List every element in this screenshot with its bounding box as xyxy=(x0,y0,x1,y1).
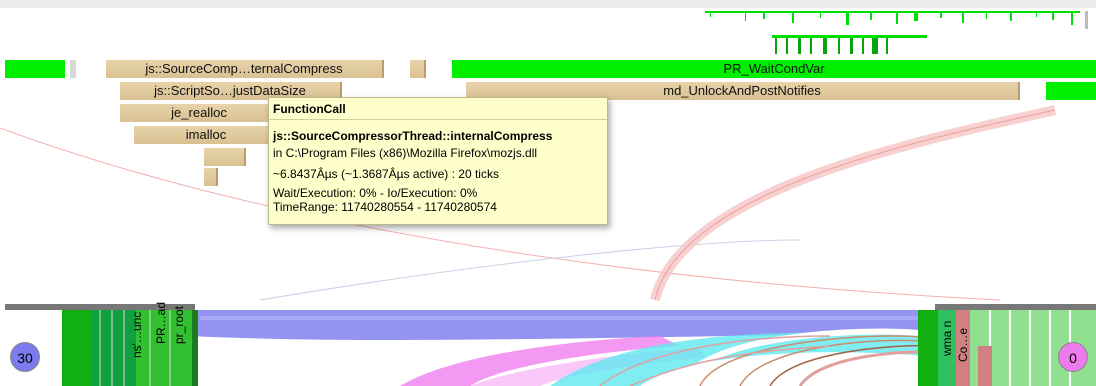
flame-bar-deep1[interactable] xyxy=(204,148,246,166)
profiler-view: js::SourceComp…ternalCompress PR_WaitCon… xyxy=(0,0,1096,386)
flame-bar-small[interactable] xyxy=(410,60,426,78)
tooltip-wait: Wait/Execution: 0% - Io/Execution: 0% xyxy=(273,186,478,200)
ring-label-co-e: Co…e xyxy=(956,327,970,362)
tooltip-title: FunctionCall xyxy=(269,98,607,120)
flame-bar-green-right[interactable] xyxy=(1046,82,1096,100)
left-count-badge[interactable]: 30 xyxy=(10,342,40,372)
tooltip-function: js::SourceCompressorThread::internalComp… xyxy=(273,129,553,143)
flame-bar-green[interactable] xyxy=(5,60,65,78)
ring-label-pr-ad: PR…ad xyxy=(154,301,168,344)
tooltip-module: in C:\Program Files (x86)\Mozilla Firefo… xyxy=(273,146,538,160)
flame-bar-sourcecompressor[interactable]: js::SourceComp…ternalCompress xyxy=(106,60,384,78)
function-tooltip: FunctionCall js::SourceCompressorThread:… xyxy=(268,97,608,225)
ring-label-pr-root: pr_root xyxy=(172,305,186,344)
tooltip-timing: ~6.8437Âµs (~1.3687Âµs active) : 20 tick… xyxy=(273,167,499,181)
flame-bar-deep2[interactable] xyxy=(204,168,218,186)
ring-label-wma: wma n xyxy=(940,320,954,356)
tooltip-range: TimeRange: 11740280554 - 11740280574 xyxy=(273,200,497,214)
ring-label-ns-unc: ns'…unc xyxy=(130,311,144,358)
flame-bar-pr-waitcondvar[interactable]: PR_WaitCondVar xyxy=(452,60,1096,78)
flame-bar-grey[interactable] xyxy=(70,60,76,78)
flame-bar-je-realloc[interactable]: je_realloc xyxy=(120,104,280,122)
right-count-badge[interactable]: 0 xyxy=(1058,342,1088,372)
flame-bar-imalloc[interactable]: imalloc xyxy=(134,126,280,144)
